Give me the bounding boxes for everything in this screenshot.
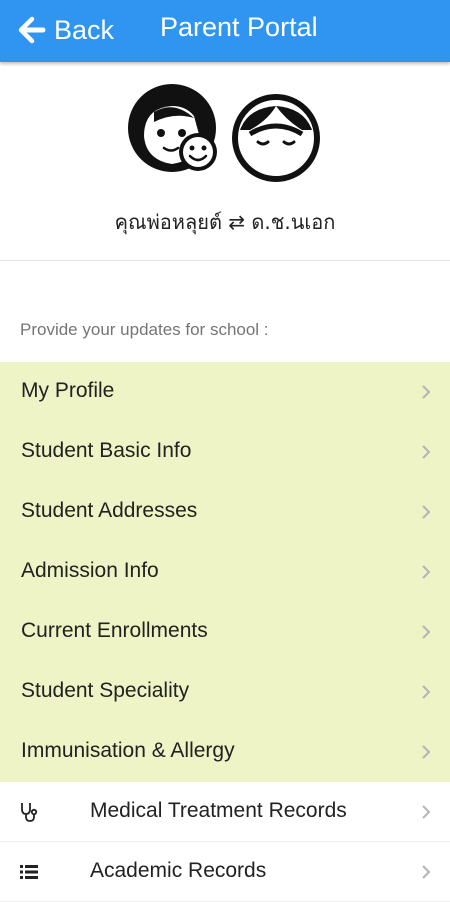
divider [0, 260, 450, 261]
menu-item-academic-records[interactable]: Academic Records [0, 842, 450, 902]
back-button[interactable]: Back [18, 10, 114, 50]
app-header: Back Parent Portal [0, 0, 450, 62]
list-icon [20, 865, 38, 879]
menu-item-label: Student Basic Info [21, 439, 192, 462]
chevron-right-icon [422, 565, 431, 579]
menu-item-label: Academic Records [90, 859, 267, 882]
menu-item-admission-info[interactable]: Admission Info [0, 542, 450, 602]
chevron-right-icon [422, 505, 431, 519]
chevron-right-icon [422, 805, 431, 819]
parent-student-relation: คุณพ่อหลุยต์ ⇄ ด.ช.นเอก [114, 210, 336, 234]
menu-item-student-addresses[interactable]: Student Addresses [0, 482, 450, 542]
menu-item-medical-treatment-records[interactable]: Medical Treatment Records [0, 782, 450, 842]
menu-item-my-profile[interactable]: My Profile [0, 362, 450, 422]
menu-item-student-speciality[interactable]: Student Speciality [0, 662, 450, 722]
menu-item-label: Immunisation & Allergy [21, 739, 235, 762]
arrow-left-icon [18, 16, 46, 44]
menu-item-immunisation-allergy[interactable]: Immunisation & Allergy [0, 722, 450, 782]
chevron-right-icon [422, 685, 431, 699]
menu-item-label: Student Speciality [21, 679, 190, 702]
page-title: Parent Portal [160, 12, 318, 42]
update-menu: My Profile Student Basic Info Student Ad… [0, 362, 450, 902]
chevron-right-icon [422, 865, 431, 879]
stethoscope-icon [21, 803, 38, 822]
chevron-right-icon [422, 385, 431, 399]
parent-avatar-icon [128, 84, 217, 172]
avatar-row [0, 78, 450, 182]
child-avatar-icon [232, 94, 320, 182]
menu-item-student-basic-info[interactable]: Student Basic Info [0, 422, 450, 482]
menu-item-current-enrollments[interactable]: Current Enrollments [0, 602, 450, 662]
back-label: Back [54, 14, 115, 45]
chevron-right-icon [422, 625, 431, 639]
menu-item-label: Student Addresses [21, 499, 198, 522]
chevron-right-icon [422, 445, 431, 459]
menu-item-label: My Profile [21, 379, 115, 402]
menu-item-label: Medical Treatment Records [90, 799, 347, 822]
menu-item-label: Admission Info [21, 559, 159, 582]
chevron-right-icon [422, 745, 431, 759]
menu-item-label: Current Enrollments [21, 619, 208, 642]
section-label: Provide your updates for school : [20, 320, 269, 339]
